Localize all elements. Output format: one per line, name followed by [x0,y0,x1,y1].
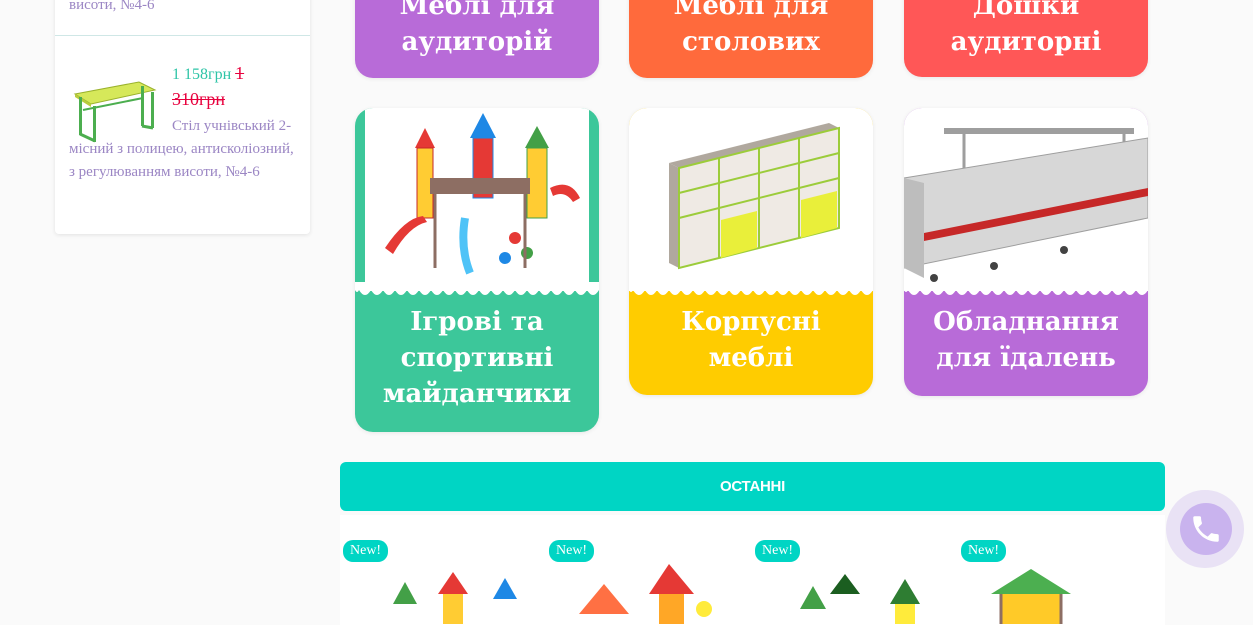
latest-product[interactable]: New! [755,540,945,624]
category-label: Обладнання для їдалень [933,307,1119,373]
playground-product-image[interactable] [343,564,533,624]
scallop-edge [629,282,873,295]
scallop-edge [355,282,599,295]
category-tile-auditorium[interactable]: Меблі для аудиторій [355,0,599,78]
category-tile-canteen-equipment[interactable]: Обладнання для їдалень [904,108,1148,396]
product-price: 1 158грн 1 310грн [172,61,297,113]
latest-section-title: ОСТАННІ [340,462,1165,511]
new-badge: New! [343,540,389,562]
category-label: Меблі для аудиторій [399,0,555,57]
category-tile-playgrounds[interactable]: Ігрові та спортивні майданчики [355,108,599,432]
sidebar-recent-products: висоти, №4-6 1 158грн 1 310грн Стіл учні… [55,0,310,234]
category-label: Меблі для столових [673,0,829,57]
category-tile-cabinet-furniture[interactable]: Корпусні меблі [629,108,873,395]
playground-product-image[interactable] [549,564,739,624]
category-tile-boards[interactable]: Дошки аудиторні [904,0,1148,77]
playground-product-image[interactable] [755,564,945,624]
playground-image [365,108,589,291]
category-label: Корпусні меблі [681,307,821,373]
scallop-edge [904,282,1148,295]
playground-illustration [385,113,580,275]
new-badge: New! [961,540,1007,562]
category-label: Ігрові та спортивні майданчики [382,307,572,409]
category-tile-canteen-furniture[interactable]: Меблі для столових [629,0,873,78]
phone-icon [1193,516,1219,542]
latest-product[interactable]: New! [343,540,533,624]
canteen-image [904,108,1148,291]
latest-product[interactable]: New! [961,540,1151,624]
latest-product[interactable]: New! [549,540,739,624]
canteen-illustration [904,128,1148,282]
cabinet-illustration [669,123,840,270]
product-name-link[interactable]: Стіл учнівський 2-місний з полицею, анти… [69,115,301,184]
cabinet-image [629,108,873,291]
category-label: Дошки аудиторні [950,0,1102,57]
new-badge: New! [549,540,595,562]
sidebar-product[interactable]: 1 158грн 1 310грн Стіл учнівський 2-місн… [55,36,310,236]
playground-product-image[interactable] [961,564,1151,624]
new-badge: New! [755,540,801,562]
call-button[interactable] [1180,503,1232,555]
previous-product-name[interactable]: висоти, №4-6 [69,0,154,17]
price-current: 1 158грн [172,66,232,83]
